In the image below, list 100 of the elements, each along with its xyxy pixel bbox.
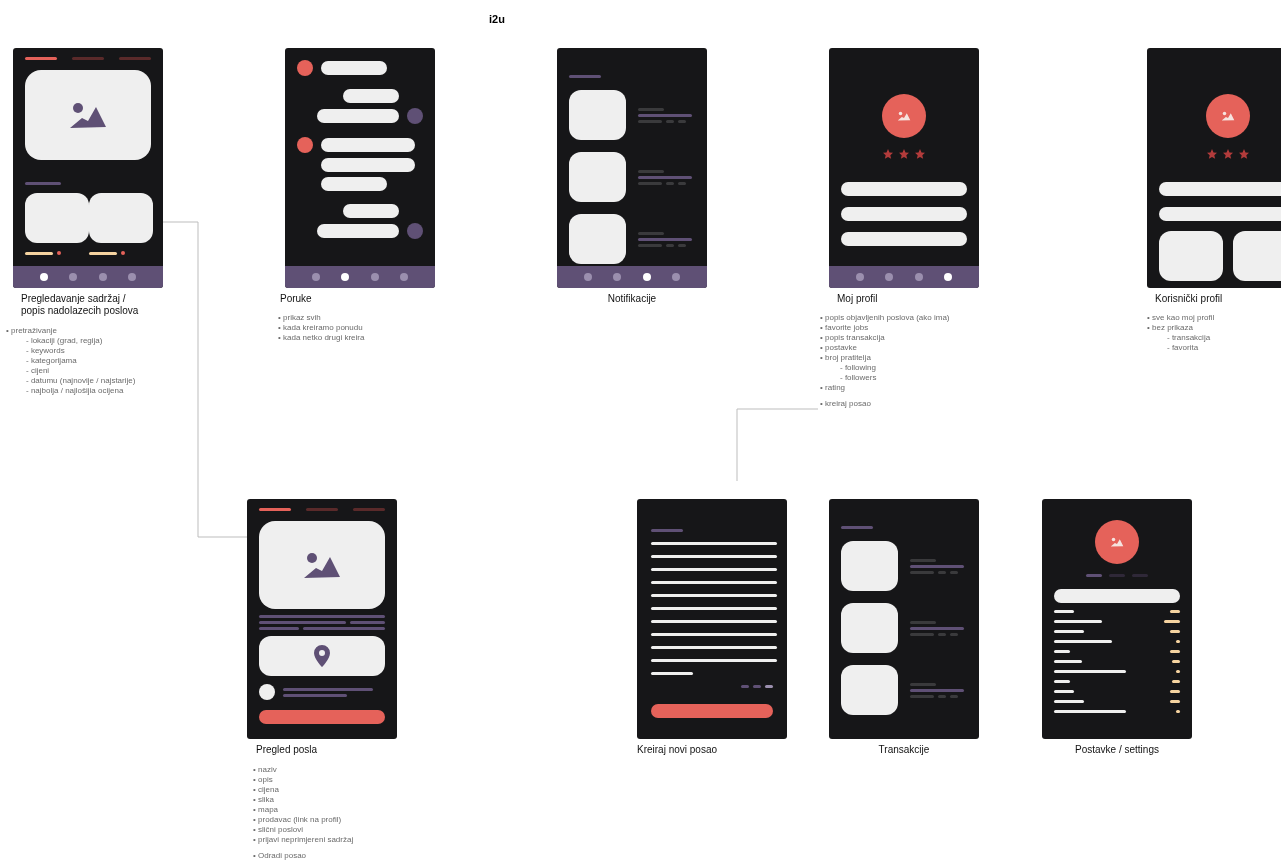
text-line <box>638 113 692 117</box>
card-placeholder <box>1233 231 1281 281</box>
note-text: • pretraživanje <box>6 326 58 336</box>
note-text: - favorita <box>1166 343 1200 353</box>
note-text: • slika <box>253 795 276 805</box>
card-placeholder <box>1159 231 1223 281</box>
screen-title: Notifikacije <box>606 293 658 305</box>
text-line <box>910 564 964 568</box>
text-line <box>910 682 936 686</box>
text-line <box>25 251 53 255</box>
image-icon <box>302 551 342 579</box>
screen-title: Postavke / settings <box>1074 744 1160 756</box>
note-text: - cijeni <box>25 366 51 376</box>
note-text: • bez prikaza <box>1147 323 1194 333</box>
screen-title: Korisnički profil <box>1155 293 1223 305</box>
note-text: • prodavac (link na profil) <box>253 815 343 825</box>
text-line <box>910 558 936 562</box>
star-icon <box>898 148 910 160</box>
text-line <box>25 182 61 185</box>
star-icon <box>914 148 926 160</box>
note-text: • Odradi posao <box>253 851 308 861</box>
note-text: - transakcija <box>1166 333 1212 343</box>
note-text: • popis transakcija <box>820 333 886 343</box>
chat-bubble <box>343 204 399 218</box>
note-text: • rating <box>820 383 847 393</box>
screen-title: Pregled posla <box>256 744 318 756</box>
text-line <box>1054 620 1102 623</box>
star-icon <box>1206 148 1218 160</box>
text-line <box>651 529 683 532</box>
screen-title: Poruke <box>280 293 312 305</box>
card-placeholder <box>25 193 89 243</box>
text-line <box>283 693 347 697</box>
screen-title: Moj profil <box>837 293 878 305</box>
note-text: • cijena <box>253 785 280 795</box>
text-line <box>638 169 664 173</box>
text-line <box>638 119 662 123</box>
note-text: • prikaz svih <box>278 313 322 323</box>
text-line <box>1054 690 1074 693</box>
text-line <box>910 688 964 692</box>
note-text: - lokaciji (grad, regija) <box>25 336 104 346</box>
text-line <box>1054 700 1084 703</box>
map-pin-icon <box>314 645 330 667</box>
image-icon <box>1221 111 1235 121</box>
note-text: - datumu (najnovije / najstarije) <box>25 376 136 386</box>
card-placeholder <box>841 665 898 715</box>
text-line <box>638 107 664 111</box>
screen-title: Kreiraj novi posao <box>637 744 718 756</box>
note-text: • kada kreiramo ponudu <box>278 323 364 333</box>
card-placeholder <box>89 193 153 243</box>
text-line <box>638 237 692 241</box>
text-line <box>1054 670 1126 673</box>
card-placeholder <box>841 541 898 591</box>
text-line <box>1054 660 1082 663</box>
screen-title: Pregledavanje sadržaj / popis nadolazecih poslova <box>21 293 139 317</box>
note-text: • popis objavljenih poslova (ako ima) <box>820 313 950 323</box>
text-line <box>259 627 299 630</box>
chat-bubble <box>343 89 399 103</box>
text-line <box>1054 710 1126 713</box>
note-text: • opis <box>253 775 274 785</box>
note-text: - kategorijama <box>25 356 78 366</box>
image-icon <box>1110 537 1124 547</box>
card-placeholder <box>569 152 626 202</box>
note-text: • broj pratitelja <box>820 353 872 363</box>
text-line <box>1054 640 1112 643</box>
text-line <box>910 626 964 630</box>
note-text: - keywords <box>25 346 66 356</box>
text-line <box>638 231 664 235</box>
card-placeholder <box>841 603 898 653</box>
chat-bubble <box>321 61 387 75</box>
note-text: • kada netko drugi kreira <box>278 333 365 343</box>
note-text: • slični poslovi <box>253 825 304 835</box>
note-text: - following <box>839 363 877 373</box>
text-line <box>910 694 934 698</box>
card-placeholder <box>569 90 626 140</box>
star-icon <box>1238 148 1250 160</box>
note-text: • mapa <box>253 805 280 815</box>
text-line <box>910 570 934 574</box>
star-icon <box>882 148 894 160</box>
text-line <box>569 75 601 78</box>
note-text: • favorite jobs <box>820 323 870 333</box>
note-text: - followers <box>839 373 878 383</box>
canvas-title: i2u <box>489 12 505 27</box>
note-text: • prijavi neprimjereni sadržaj <box>253 835 354 845</box>
screen-title: Transakcije <box>877 744 931 756</box>
text-line <box>89 251 117 255</box>
text-line <box>910 620 936 624</box>
note-text: - najbolja / najlošijia ocijena <box>25 386 125 396</box>
text-line <box>1054 610 1074 613</box>
chat-bubble <box>321 177 387 191</box>
image-icon <box>897 111 911 121</box>
note-text: • naziv <box>253 765 278 775</box>
note-text: • postavke <box>820 343 859 353</box>
card-placeholder <box>569 214 626 264</box>
text-line <box>350 621 385 624</box>
text-line <box>1054 630 1084 633</box>
text-line <box>638 243 662 247</box>
text-line <box>638 175 692 179</box>
text-line <box>910 632 934 636</box>
image-icon <box>68 101 108 129</box>
text-line <box>841 526 873 529</box>
